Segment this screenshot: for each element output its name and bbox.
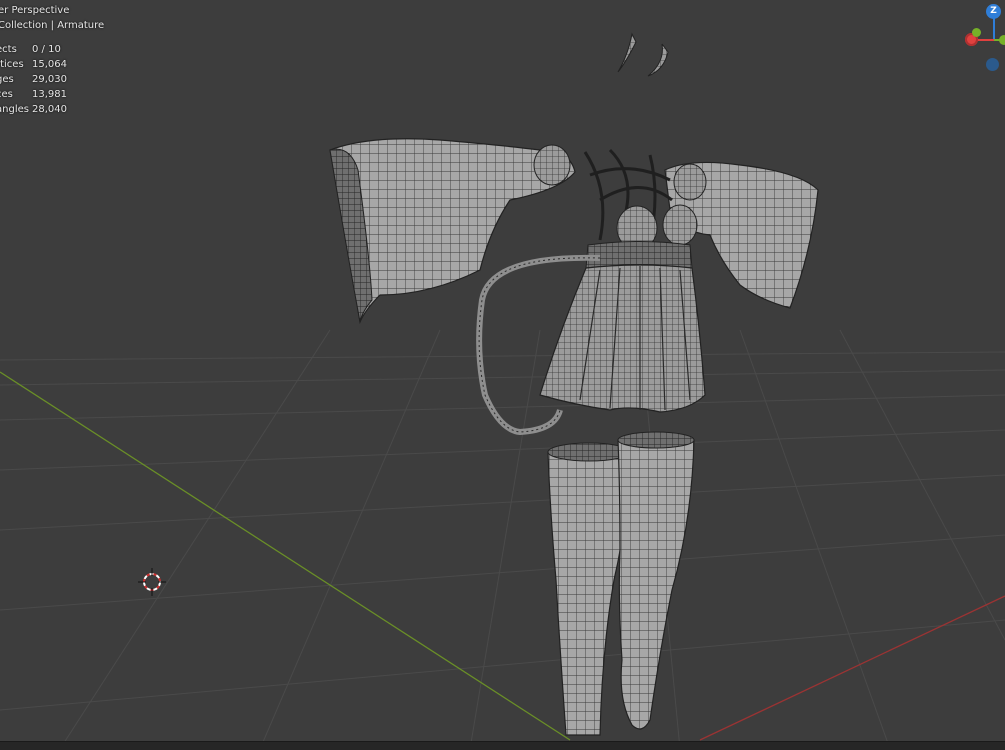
stat-label: ces (0, 89, 13, 100)
stat-row-vertices: rtices 15,064 (0, 57, 67, 72)
right-stocking-mesh[interactable] (617, 431, 695, 730)
floor-grid (0, 329, 1005, 749)
stat-value: 0 / 10 (32, 44, 61, 55)
stat-label: rtices (0, 59, 24, 70)
stat-row-objects: ects 0 / 10 (0, 42, 67, 57)
collection-path: Collection | Armature (0, 20, 105, 31)
left-stocking-mesh[interactable] (547, 442, 631, 736)
axis-gizmo-icon[interactable]: Z (958, 0, 1005, 76)
3d-viewport[interactable] (0, 0, 1005, 749)
stat-value: 28,040 (32, 104, 67, 115)
stat-row-edges: ges 29,030 (0, 72, 67, 87)
stat-label: ges (0, 74, 14, 85)
gizmo-y-button[interactable] (972, 28, 981, 37)
skirt-mesh[interactable] (539, 264, 706, 413)
x-axis-line (699, 595, 1005, 741)
view-info: er Perspective Collection | Armature (0, 3, 104, 33)
gizmo-z-button[interactable]: Z (986, 4, 1001, 19)
stat-value: 15,064 (32, 59, 67, 70)
stat-row-faces: ces 13,981 (0, 87, 67, 102)
scene-statistics: ects 0 / 10 rtices 15,064 ges 29,030 ces… (0, 42, 67, 117)
left-sleeve-mesh[interactable] (329, 138, 576, 325)
stat-label: angles (0, 104, 29, 115)
view-name: er Perspective (0, 5, 70, 16)
gizmo-y-positive-button[interactable] (999, 35, 1005, 45)
horns-mesh[interactable] (617, 32, 669, 77)
stat-value: 29,030 (32, 74, 67, 85)
gizmo-neg-z-button[interactable] (986, 58, 999, 71)
stat-value: 13,981 (32, 89, 67, 100)
stat-label: ects (0, 44, 17, 55)
stat-row-triangles: angles 28,040 (0, 102, 67, 117)
